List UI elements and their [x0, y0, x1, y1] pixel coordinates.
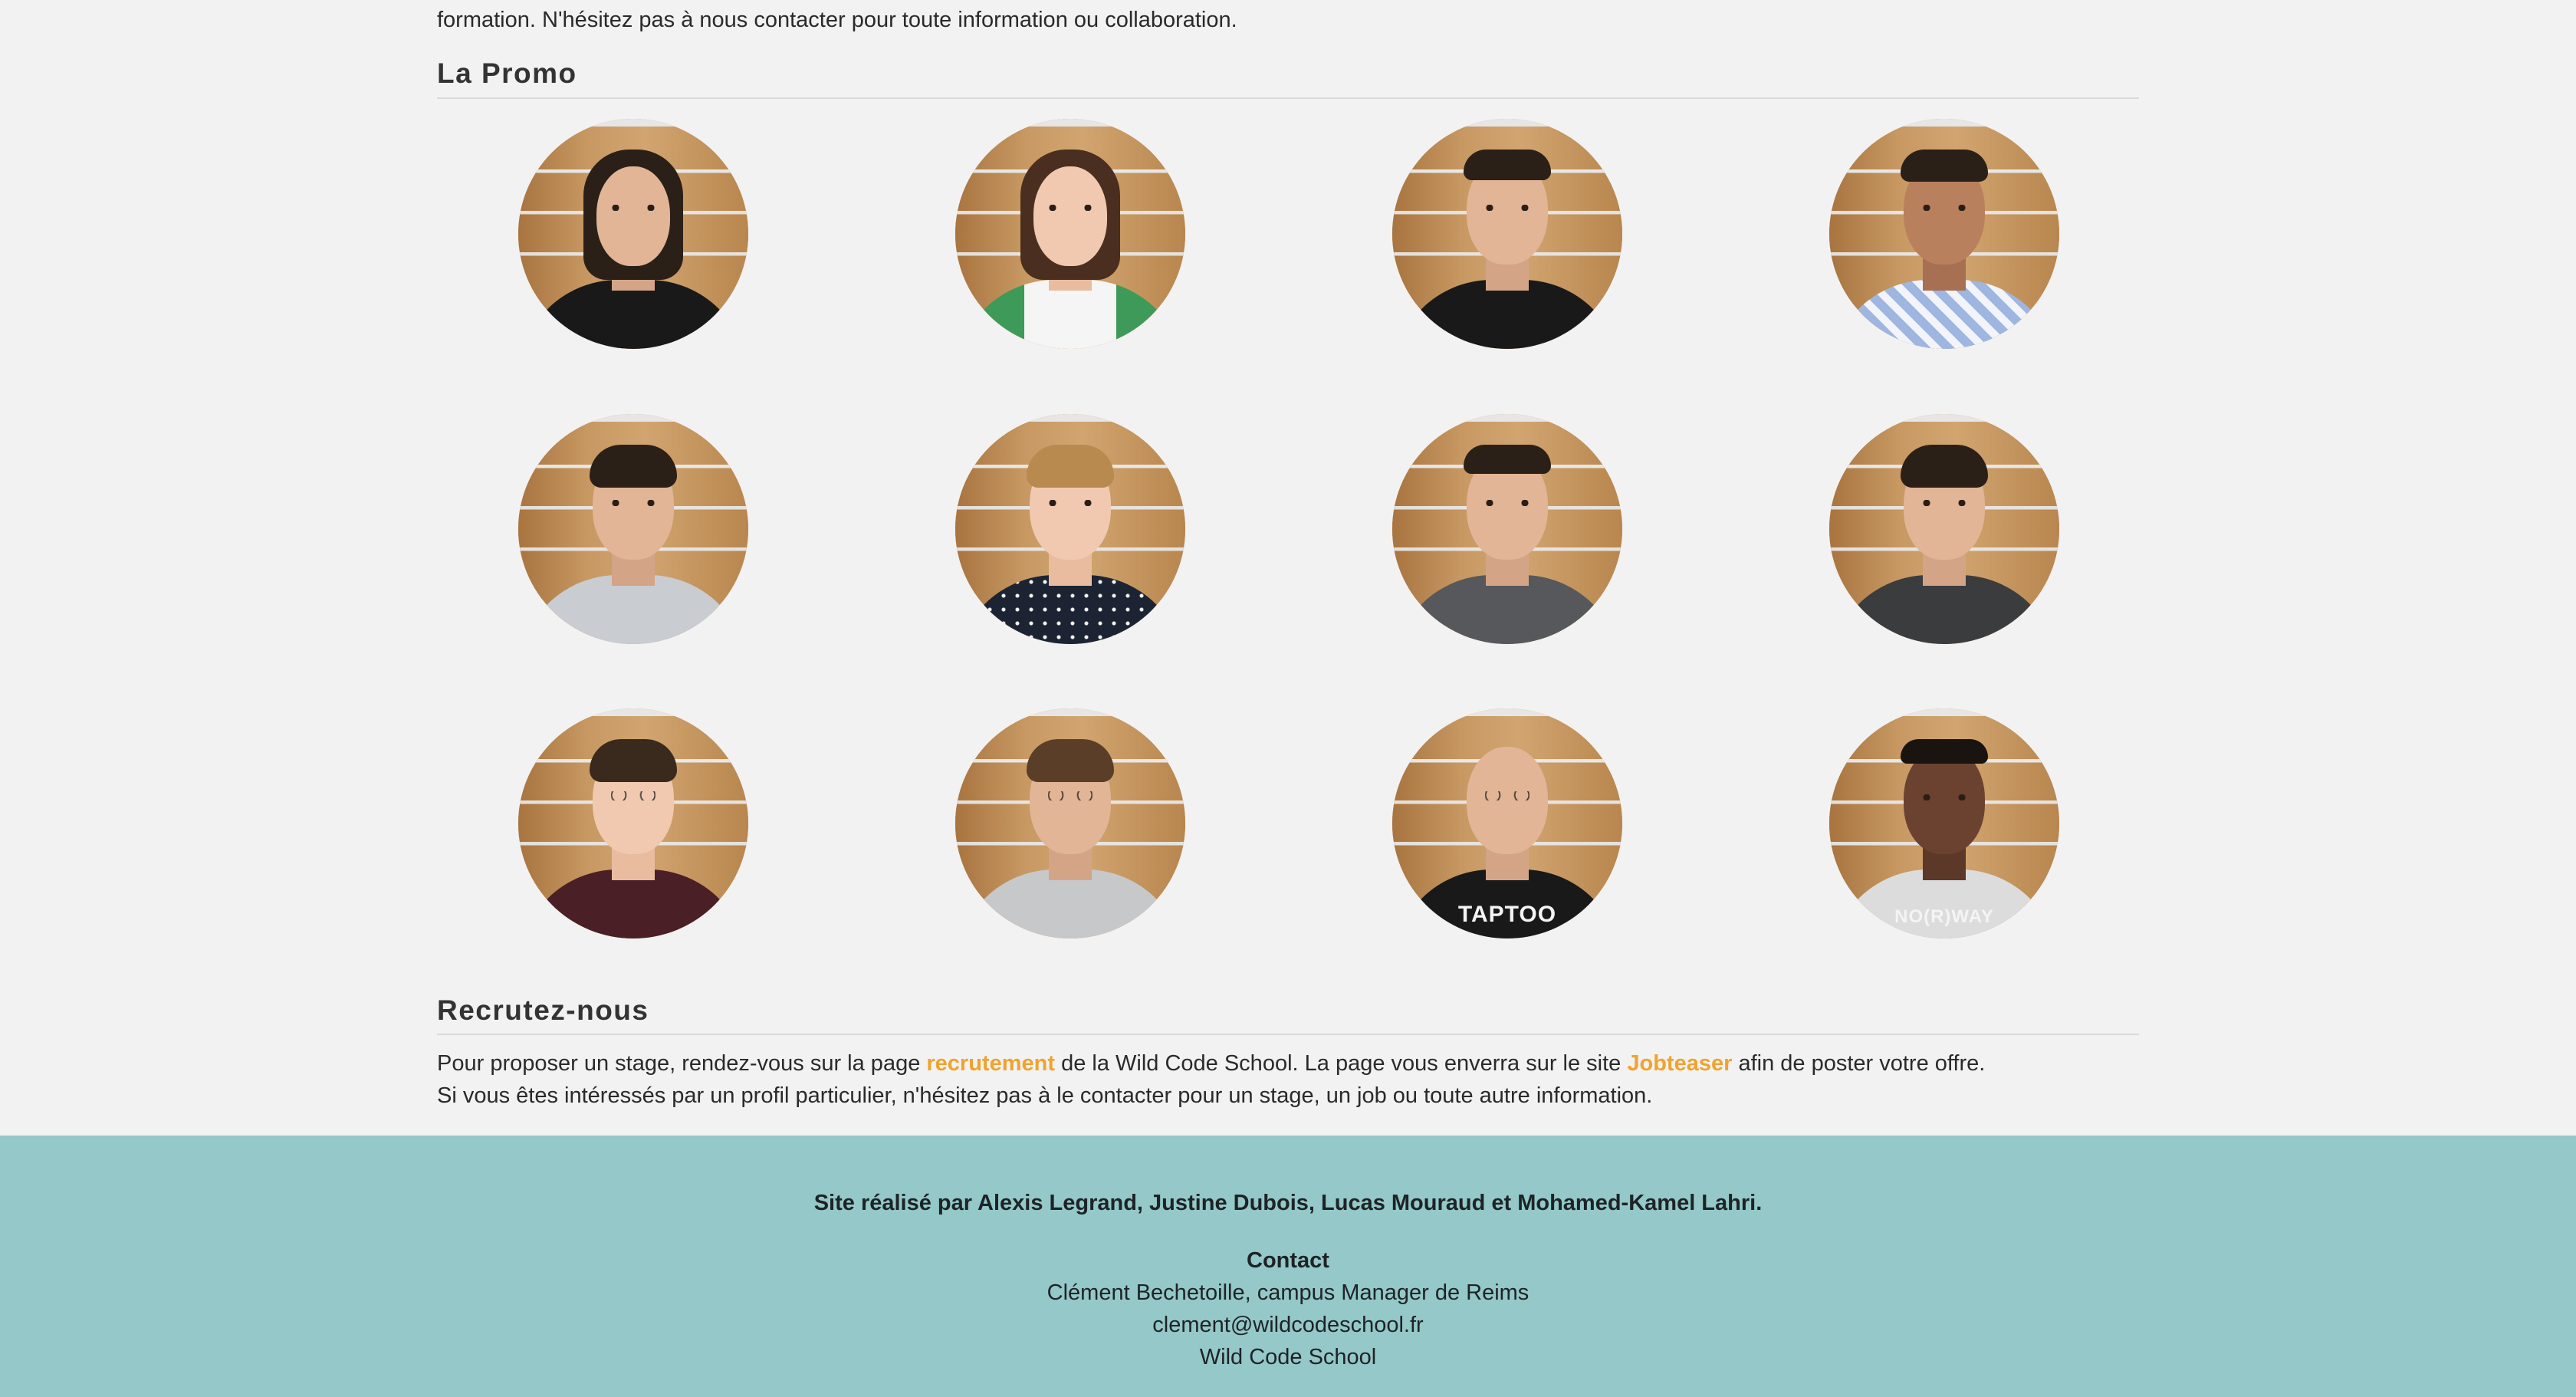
photo-hair: [1901, 150, 1988, 182]
photo-eyes: [611, 500, 656, 506]
photo-eyes: [1922, 500, 1967, 506]
glasses-icon: [1048, 791, 1092, 800]
photo-hair: [1901, 445, 1988, 488]
photo-eyes: [1048, 500, 1092, 506]
photo-eyes: [1922, 794, 1967, 800]
contact-name: Clément Bechetoille, campus Manager de R…: [1046, 1280, 1530, 1305]
photo-eyes: [1922, 205, 1967, 211]
photo-hair: [1464, 739, 1551, 782]
photo-hair: [1901, 739, 1988, 764]
student-photo[interactable]: [955, 708, 1185, 938]
contact-organization: Wild Code School: [1199, 1345, 1377, 1369]
footer-credits: Site réalisé par Alexis Legrand, Justine…: [813, 1191, 1763, 1215]
photo-hair: [590, 445, 677, 488]
glasses-icon: [1485, 791, 1530, 800]
recruit-paragraph: Pour proposer un stage, rendez-vous sur …: [437, 1047, 1985, 1112]
photo-eyes: [1485, 500, 1530, 506]
recruit-text-after: afin de poster votre offre.: [1732, 1051, 1986, 1076]
site-footer: Site réalisé par Alexis Legrand, Justine…: [0, 1136, 2576, 1397]
photo-hair: [1464, 445, 1551, 474]
photo-eyes: [611, 205, 656, 211]
shirt-print: TAPTOO: [1457, 902, 1557, 927]
student-photo[interactable]: [955, 119, 1185, 349]
photo-eyes: [1485, 205, 1530, 211]
recruit-line-2: Si vous êtes intéressés par un profil pa…: [437, 1083, 1653, 1108]
jobteaser-link[interactable]: Jobteaser: [1627, 1051, 1732, 1076]
photo-hair: [590, 739, 677, 782]
photo-face: [1033, 166, 1107, 266]
glasses-icon: [611, 791, 656, 800]
student-photo[interactable]: [1392, 119, 1622, 349]
student-photo[interactable]: [518, 119, 748, 349]
contact-title: Contact: [1247, 1248, 1329, 1273]
student-photo[interactable]: [1392, 414, 1622, 644]
promo-photo-grid: TAPTOO NO(R)WAY: [437, 0, 2139, 997]
photo-eyes: [1048, 205, 1092, 211]
footer-contact: Contact Clément Bechetoille, campus Mana…: [0, 1244, 2576, 1373]
photo-face: [596, 166, 670, 266]
student-photo[interactable]: [1829, 119, 2059, 349]
student-photo[interactable]: NO(R)WAY: [1829, 708, 2059, 938]
recruit-text-before: Pour proposer un stage, rendez-vous sur …: [437, 1051, 927, 1076]
contact-email[interactable]: clement@wildcodeschool.fr: [0, 1309, 2576, 1341]
photo-hair: [1027, 739, 1114, 782]
recruit-text-middle: de la Wild Code School. La page vous env…: [1055, 1051, 1628, 1076]
student-photo[interactable]: [518, 414, 748, 644]
recrutement-link[interactable]: recrutement: [926, 1051, 1055, 1076]
recruit-divider: [437, 1034, 2139, 1035]
shirt-print: NO(R)WAY: [1894, 906, 1994, 927]
photo-hair: [1027, 445, 1114, 488]
student-photo[interactable]: TAPTOO: [1392, 708, 1622, 938]
student-photo[interactable]: [1829, 414, 2059, 644]
student-photo[interactable]: [955, 414, 1185, 644]
student-photo[interactable]: [518, 708, 748, 938]
photo-hair: [1464, 150, 1551, 180]
recruit-section-title: Recrutez-nous: [437, 994, 649, 1026]
recruit-line-1: Pour proposer un stage, rendez-vous sur …: [437, 1047, 1985, 1080]
